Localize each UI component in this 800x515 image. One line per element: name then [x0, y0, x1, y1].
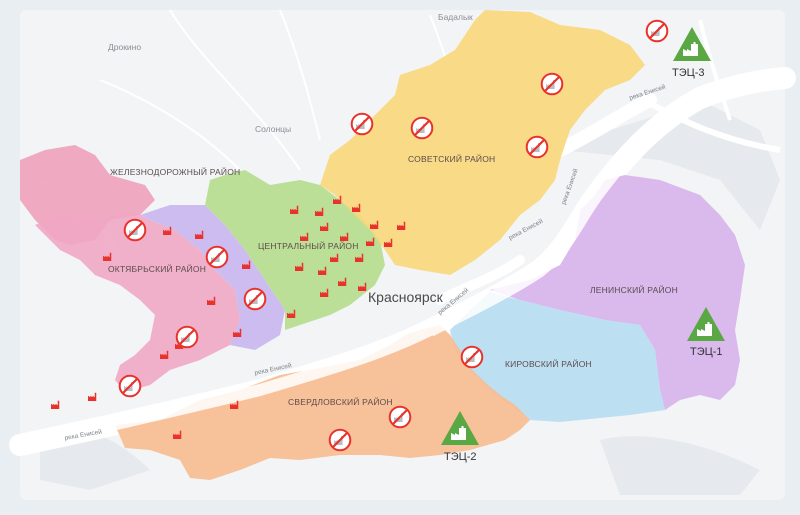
closed-factory-icon	[118, 374, 142, 398]
map-canvas: Бадалык Дрокино Солонцы река Енисей река…	[0, 0, 800, 515]
place-drokino: Дрокино	[108, 42, 141, 52]
closed-factory-icon	[350, 112, 374, 136]
closed-factory-icon	[645, 19, 669, 43]
label-tsentralny: ЦЕНТРАЛЬНЫЙ РАЙОН	[258, 240, 359, 251]
closed-factory-icon	[460, 345, 484, 369]
closed-factory-icon	[525, 135, 549, 159]
closed-factory-icon	[175, 325, 199, 349]
closed-factory-icon	[123, 218, 147, 242]
city-label: Красноярск	[368, 289, 444, 305]
label-sverdlovsky: СВЕРДЛОВСКИЙ РАЙОН	[288, 396, 393, 407]
label-kirovsky: КИРОВСКИЙ РАЙОН	[505, 358, 592, 369]
closed-factory-icon	[328, 428, 352, 452]
place-badalyk: Бадалык	[438, 12, 473, 22]
closed-factory-icon	[388, 405, 412, 429]
label-leninsky: ЛЕНИНСКИЙ РАЙОН	[590, 284, 678, 295]
power-plant-label: ТЭЦ-1	[690, 346, 723, 358]
closed-factory-icon	[540, 72, 564, 96]
label-sovetsky: СОВЕТСКИЙ РАЙОН	[408, 153, 495, 164]
place-solontsy: Солонцы	[255, 124, 291, 134]
closed-factory-icon	[205, 245, 229, 269]
label-oktyabrsky: ОКТЯБРЬСКИЙ РАЙОН	[108, 263, 206, 274]
krasnoyarsk-district-map: Бадалык Дрокино Солонцы река Енисей река…	[0, 0, 800, 515]
closed-factory-icon	[243, 287, 267, 311]
closed-factory-icon	[410, 116, 434, 140]
power-plant-label: ТЭЦ-2	[444, 451, 477, 463]
power-plant-label: ТЭЦ-3	[672, 67, 705, 79]
label-zheleznodorozhny: ЖЕЛЕЗНОДОРОЖНЫЙ РАЙОН	[110, 166, 240, 177]
